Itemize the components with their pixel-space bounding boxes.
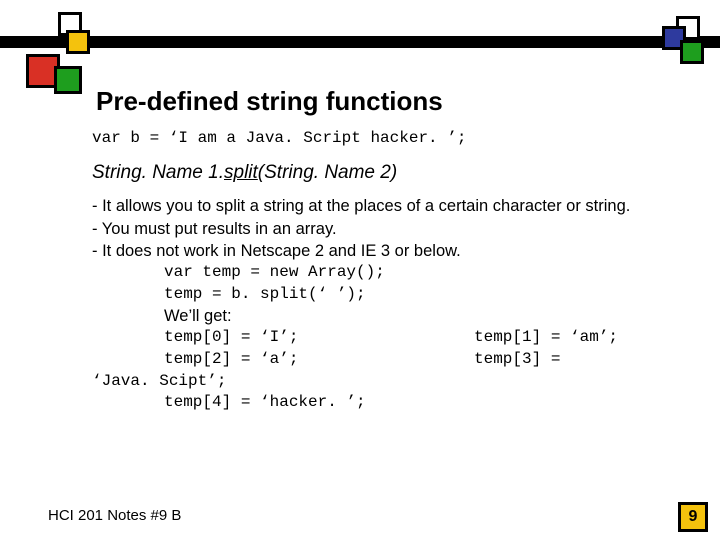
fn-arg: (String. Name 2): [258, 162, 397, 183]
logo-square-yellow: [66, 30, 90, 54]
logo-cluster: [18, 48, 108, 118]
result-0: temp[0] = ‘I’;: [164, 327, 474, 349]
fn-receiver: String. Name 1.: [92, 162, 224, 183]
slide-body: var b = ‘I am a Java. Script hacker. ’; …: [92, 128, 694, 414]
footer-text: HCI 201 Notes #9 B: [48, 507, 181, 524]
result-row-1: temp[2] = ‘a’; temp[3] =: [92, 349, 694, 371]
accent-corner: [650, 16, 714, 72]
bullet-2: - You must put results in an array.: [92, 218, 694, 240]
result-2: temp[2] = ‘a’;: [164, 349, 474, 371]
slide-title: Pre-defined string functions: [96, 86, 443, 117]
result-3: temp[3] =: [474, 349, 560, 371]
function-signature: String. Name 1.split(String. Name 2): [92, 160, 694, 186]
result-row-0: temp[0] = ‘I’; temp[1] = ‘am’;: [92, 327, 694, 349]
result-3-cont: ‘Java. Scipt’;: [92, 371, 694, 393]
example-line-1: var temp = new Array();: [92, 262, 694, 284]
accent-square-green: [680, 40, 704, 64]
example-line-2: temp = b. split(‘ ’);: [92, 284, 694, 306]
logo-square-green: [54, 66, 82, 94]
fn-name: split: [224, 162, 258, 183]
bullet-1: - It allows you to split a string at the…: [92, 195, 694, 217]
var-decl: var b = ‘I am a Java. Script hacker. ’;: [92, 128, 694, 150]
bullet-3: - It does not work in Netscape 2 and IE …: [92, 240, 694, 262]
result-1: temp[1] = ‘am’;: [474, 327, 618, 349]
slide-number: 9: [678, 502, 708, 532]
result-4: temp[4] = ‘hacker. ’;: [92, 392, 694, 414]
top-bar: [0, 36, 720, 48]
example-caption: We’ll get:: [92, 305, 694, 327]
